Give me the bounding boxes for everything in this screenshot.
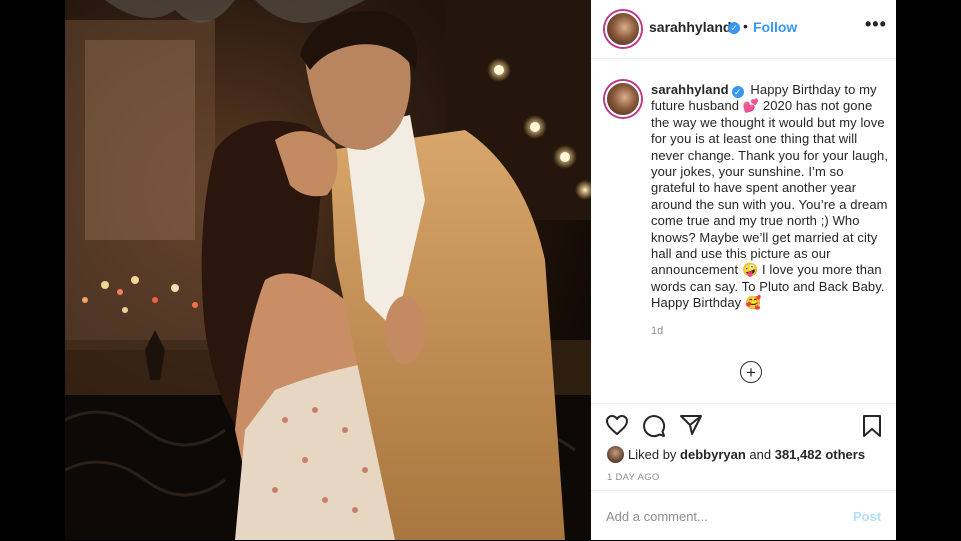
photo-illustration (65, 0, 591, 540)
share-icon[interactable] (679, 414, 703, 436)
post-photo[interactable] (65, 0, 591, 540)
post-date: 1 DAY AGO (607, 472, 660, 483)
add-comment-bar: Add a comment... Post (591, 490, 896, 541)
post-side-panel: sarahhyland ✓ • Follow ••• sarahhyland ✓ … (591, 0, 896, 540)
emoji-hearts: 💕 (742, 98, 760, 114)
left-letterbox (0, 0, 65, 540)
likes-count[interactable]: 381,482 others (775, 447, 865, 462)
likes-prefix: Liked by (628, 447, 681, 462)
liked-by-avatar[interactable] (607, 446, 624, 463)
comments-section: sarahhyland ✓ Happy Birthday to my future… (591, 59, 896, 403)
emoji-zany: 🤪 (741, 262, 759, 278)
header-separator: • (743, 18, 748, 34)
bookmark-icon[interactable] (861, 414, 883, 438)
likes-summary: Liked by debbyryan and 381,482 others (628, 447, 865, 462)
load-more-comments-button[interactable]: + (740, 361, 762, 383)
emoji-smiling-hearts: 🥰 (745, 295, 762, 311)
caption-timestamp: 1d (651, 325, 664, 337)
caption-text-2: 2020 has not gone the way we thought it … (651, 98, 889, 278)
right-letterbox (896, 0, 961, 540)
post-comment-button[interactable]: Post (853, 509, 881, 524)
more-options-icon[interactable]: ••• (865, 14, 887, 35)
caption-avatar[interactable] (605, 81, 641, 117)
caption-username[interactable]: sarahhyland (651, 82, 729, 97)
header-username[interactable]: sarahhyland (649, 19, 731, 35)
post-caption: sarahhyland ✓ Happy Birthday to my future… (651, 82, 889, 312)
post-actions: Liked by debbyryan and 381,482 others 1 … (591, 403, 896, 490)
follow-button[interactable]: Follow (753, 19, 797, 35)
verified-badge-icon: ✓ (731, 86, 744, 98)
likes-middle: and (745, 447, 775, 462)
heart-icon[interactable] (605, 414, 629, 436)
verified-badge-icon: ✓ (728, 22, 740, 34)
add-comment-input[interactable]: Add a comment... (606, 509, 708, 524)
liked-by-user[interactable]: debbyryan (680, 447, 746, 462)
profile-avatar[interactable] (605, 11, 641, 47)
plus-icon: + (746, 362, 756, 382)
comment-icon[interactable] (642, 414, 666, 438)
post-header: sarahhyland ✓ • Follow ••• (591, 0, 896, 59)
